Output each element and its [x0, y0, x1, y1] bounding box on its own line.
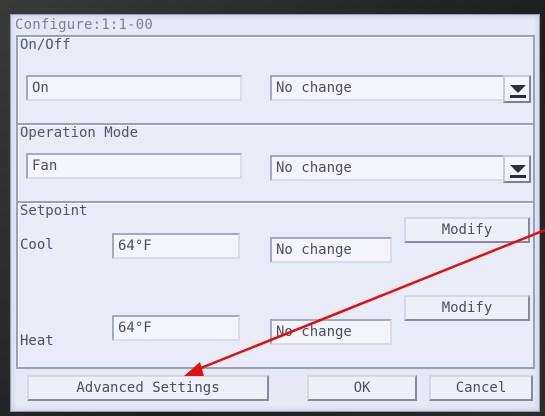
- heat-current-value: 64°F: [112, 315, 240, 341]
- setpoint-section-label: Setpoint: [20, 203, 88, 219]
- advanced-settings-button[interactable]: Advanced Settings: [27, 375, 269, 401]
- heat-label: Heat: [20, 333, 54, 349]
- heat-new-value: No change: [270, 319, 392, 345]
- on-off-panel: On/Off On No change: [16, 35, 535, 125]
- cool-new-value: No change: [270, 237, 392, 263]
- operation-mode-section-label: Operation Mode: [20, 125, 139, 141]
- cool-modify-button[interactable]: Modify: [404, 217, 530, 243]
- cancel-button[interactable]: Cancel: [429, 375, 533, 401]
- setpoint-panel: Setpoint Cool 64°F No change Modify Heat…: [16, 201, 535, 369]
- on-off-dropdown-button[interactable]: [503, 75, 531, 103]
- on-off-selector[interactable]: No change: [270, 75, 506, 101]
- operation-mode-panel: Operation Mode Fan No change: [16, 123, 535, 203]
- operation-mode-current-value: Fan: [26, 153, 242, 179]
- on-off-section-label: On/Off: [20, 37, 71, 53]
- operation-mode-dropdown-button[interactable]: [503, 155, 531, 183]
- heat-modify-button[interactable]: Modify: [404, 295, 530, 321]
- operation-mode-selector[interactable]: No change: [270, 155, 506, 181]
- on-off-current-value: On: [26, 75, 242, 101]
- dropdown-bar-icon: [510, 95, 526, 98]
- cool-current-value: 64°F: [112, 233, 240, 259]
- chevron-down-icon: [510, 165, 526, 173]
- touch-screen: Configure:1:1-00 On/Off On No change Ope…: [10, 14, 540, 412]
- screen-title: Configure:1:1-00: [15, 17, 154, 33]
- chevron-down-icon: [510, 85, 526, 93]
- dropdown-bar-icon: [510, 175, 526, 178]
- cool-label: Cool: [20, 237, 54, 253]
- ok-button[interactable]: OK: [307, 375, 417, 401]
